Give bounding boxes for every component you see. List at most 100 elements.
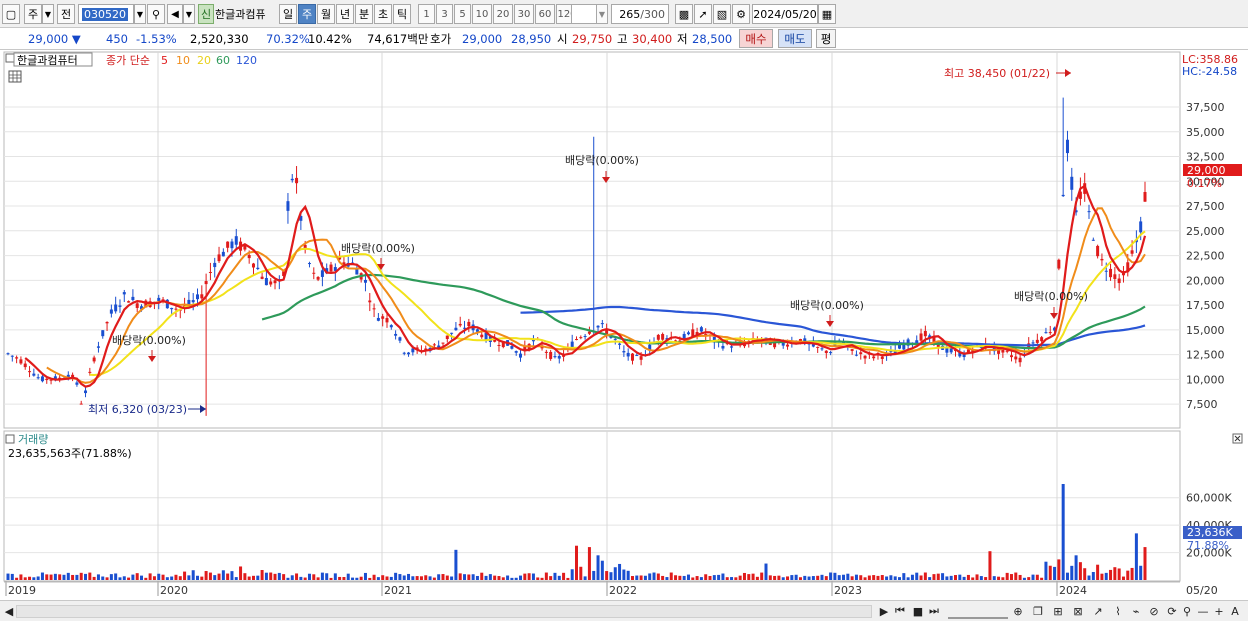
volume-bar [661,575,665,580]
volume-bar [889,575,893,580]
zoom-slider[interactable] [948,603,1008,619]
volume-bar [876,575,880,580]
candle-body [217,254,221,262]
volume-bar [1078,562,1082,580]
volume-bar [1027,577,1031,580]
fast-forward-icon[interactable]: ⏭ [926,603,942,619]
plus-icon[interactable]: + [1212,603,1226,619]
search-icon[interactable]: ⚲ [147,4,165,24]
interval-button-60[interactable]: 60 [535,4,555,24]
open-label: 시 [557,32,568,46]
volume-bar [157,573,161,580]
volume-bar [282,574,286,580]
price-volume-chart[interactable]: 최고 38,450 (01/22) 최저 6,320 (03/23) 배당락(0.0… [0,51,1248,621]
volume-value-label: 23,635,563주(71.88%) [8,447,132,460]
volume-bar [1109,569,1113,580]
minus-icon[interactable]: — [1196,603,1210,619]
period-tab-3[interactable]: 년 [336,4,354,24]
stop-icon[interactable]: ■ [910,603,926,619]
gear-icon[interactable]: ⚙ [732,4,750,24]
volume-bar [850,576,854,580]
wave-icon[interactable]: ⌁ [1128,603,1144,619]
candle-type-icon[interactable]: ▩ [675,4,693,24]
volume-bar [605,571,609,580]
volume-bar [463,574,467,580]
save-icon[interactable]: ▧ [713,4,731,24]
sell-button[interactable]: 매도 [778,29,812,48]
drawing-tools-icon[interactable]: ➚ [694,4,712,24]
interval-button-5[interactable]: 5 [454,4,471,24]
volume-bar [592,570,596,580]
interval-button-30[interactable]: 30 [514,4,534,24]
chevron-down-icon[interactable]: ▼ [596,4,608,24]
indicator-icon[interactable]: ⊠ [1070,603,1086,619]
candle-body [1035,339,1039,343]
search-icon[interactable]: ⚲ [1180,603,1194,619]
stock-code-input[interactable]: 030520 [78,4,134,24]
price-tick: 20,000 [1186,274,1225,287]
rewind-icon[interactable]: ⏮ [892,603,908,619]
period-tab-0[interactable]: 일 [279,4,297,24]
grid-table-icon[interactable] [8,70,22,83]
chevron-down-icon[interactable]: ▼ [42,4,54,24]
period-tab-5[interactable]: 초 [374,4,392,24]
period-tab-2[interactable]: 월 [317,4,335,24]
eval-button[interactable]: 평 [816,29,836,48]
period-tab-4[interactable]: 분 [355,4,373,24]
code-dropdown-icon[interactable]: ▼ [134,4,146,24]
font-size-icon[interactable]: A [1228,603,1242,619]
chevron-down-icon[interactable]: ▼ [183,4,195,24]
period-tab-1[interactable]: 주 [298,4,316,24]
chart-area[interactable]: 최고 38,450 (01/22) 최저 6,320 (03/23) 배당락(0.0… [0,51,1248,621]
volume-bar [394,572,398,580]
period-tab-6[interactable]: 틱 [393,4,411,24]
volume-bar [441,574,445,580]
candle-body [480,334,484,338]
legend-ma60: 60 [216,54,230,67]
volume-bar [1139,565,1143,580]
window-menu-icon[interactable]: ▢ [2,4,20,24]
candle-body [919,333,923,341]
horizontal-scrollbar[interactable] [16,605,872,618]
market-select[interactable]: 주 [24,4,42,24]
copy-icon[interactable]: ❐ [1030,603,1046,619]
interval-button-10[interactable]: 10 [472,4,492,24]
volume-bar [217,573,221,580]
bar-count-field[interactable]: 265/300 [611,4,669,24]
candle-body [510,346,514,349]
refresh-icon[interactable]: ⟳ [1164,603,1180,619]
speaker-icon[interactable]: ◀ [167,4,183,24]
volume-bar [23,577,27,580]
volume-bar [730,577,734,580]
trend-icon[interactable]: ↗ [1090,603,1106,619]
dividend-label: 배당락(0.00%) [790,299,864,312]
interval-button-3[interactable]: 3 [436,4,453,24]
volume-bar [351,577,355,580]
volume-bar [1022,577,1026,580]
volume-bar [450,576,454,580]
volume-bar [854,574,858,580]
chart-type-icon[interactable]: ⊞ [1050,603,1066,619]
reference-toggle[interactable]: 전 [57,4,75,24]
volume-bar [303,577,307,580]
zoom-icon[interactable]: ⊘ [1146,603,1162,619]
calendar-icon[interactable]: ▦ [818,4,836,24]
volume-bar [557,575,561,580]
scroll-right-icon[interactable]: ▶ [878,603,890,619]
volume-bar [695,576,699,580]
buy-button[interactable]: 매수 [739,29,773,48]
interval-button-20[interactable]: 20 [493,4,513,24]
volume-bar [437,574,441,580]
candle-body [376,317,380,321]
date-input[interactable]: 2024/05/20 [752,4,818,24]
candle-body [196,294,199,300]
volume-bar [1070,565,1074,580]
candle-body [157,297,161,301]
fold-icon[interactable]: ⌇ [1110,603,1126,619]
interval-button-1[interactable]: 1 [418,4,435,24]
scroll-left-icon[interactable]: ◀ [3,603,15,619]
price-tick: 35,000 [1186,126,1225,139]
volume-bar [295,573,299,580]
crosshair-icon[interactable]: ⊕ [1010,603,1026,619]
volume-bar [260,570,264,580]
